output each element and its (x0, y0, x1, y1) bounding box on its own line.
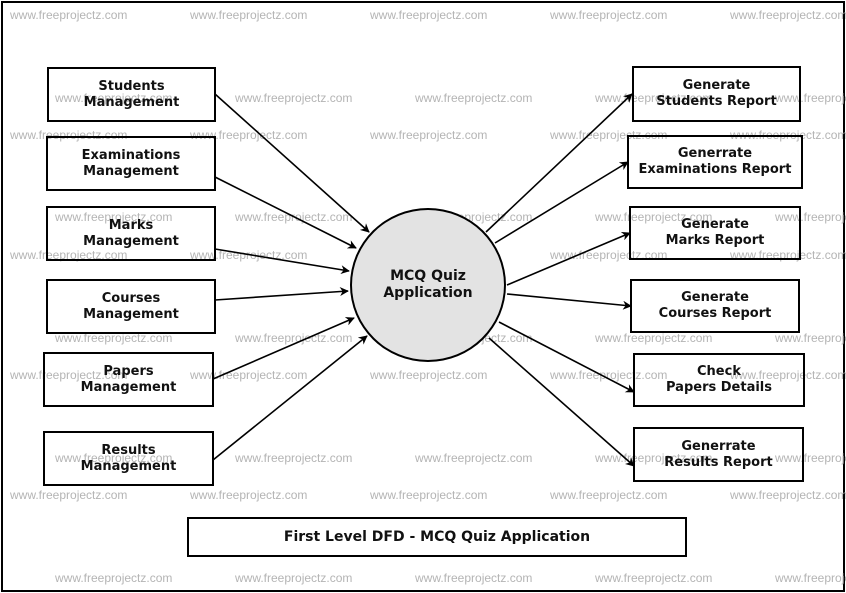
entity-label: Courses Management (83, 290, 179, 322)
flow-arrow-courses-report-out (506, 293, 632, 310)
flow-arrow-examinations-report-out (494, 161, 629, 244)
entity-label: Marks Management (83, 217, 179, 249)
entity-generate-courses-report[interactable]: Generate Courses Report (630, 279, 800, 333)
entity-label: Results Management (80, 442, 177, 474)
diagram-title: First Level DFD - MCQ Quiz Application (283, 529, 591, 545)
entity-label: Check Papers Details (666, 364, 772, 395)
entity-generate-results-report[interactable]: Generrate Results Report (633, 427, 804, 482)
diagram-title-box: First Level DFD - MCQ Quiz Application (187, 517, 687, 557)
entity-marks-management[interactable]: Marks Management (46, 206, 216, 261)
flow-arrow-results-report-out (488, 337, 635, 467)
entity-examinations-management[interactable]: Examinations Management (46, 136, 216, 191)
entity-label: Generrate Examinations Report (638, 146, 792, 177)
entity-label: Examinations Management (81, 147, 181, 179)
entity-generate-students-report[interactable]: Generate Students Report (632, 66, 801, 122)
flow-arrow-results-in (212, 335, 368, 461)
entity-label: Papers Management (80, 363, 177, 395)
flow-arrow-students-in (214, 93, 370, 233)
entity-label: Students Management (83, 78, 180, 110)
entity-papers-management[interactable]: Papers Management (43, 352, 214, 407)
flow-arrow-students-report-out (485, 93, 633, 233)
entity-label: Generrate Results Report (664, 438, 773, 470)
entity-generate-examinations-report[interactable]: Generrate Examinations Report (627, 135, 803, 189)
process-label: MCQ Quiz Application (383, 268, 473, 301)
flow-arrow-papers-details-out (498, 321, 635, 393)
entity-label: Generate Students Report (656, 78, 777, 109)
flow-arrow-papers-in (212, 317, 355, 380)
entity-check-papers-details[interactable]: Check Papers Details (633, 353, 805, 407)
process-mcq-quiz-application[interactable]: MCQ Quiz Application (350, 208, 506, 362)
flow-arrow-examinations-in (214, 176, 357, 249)
entity-label: Generate Marks Report (665, 217, 765, 248)
flow-arrow-marks-report-out (506, 232, 631, 286)
entity-generate-marks-report[interactable]: Generate Marks Report (629, 206, 801, 260)
flow-arrow-marks-in (214, 248, 350, 275)
flow-arrow-courses-in (214, 287, 349, 301)
entity-courses-management[interactable]: Courses Management (46, 279, 216, 334)
entity-results-management[interactable]: Results Management (43, 431, 214, 486)
entity-students-management[interactable]: Students Management (47, 67, 216, 122)
entity-label: Generate Courses Report (658, 290, 772, 321)
